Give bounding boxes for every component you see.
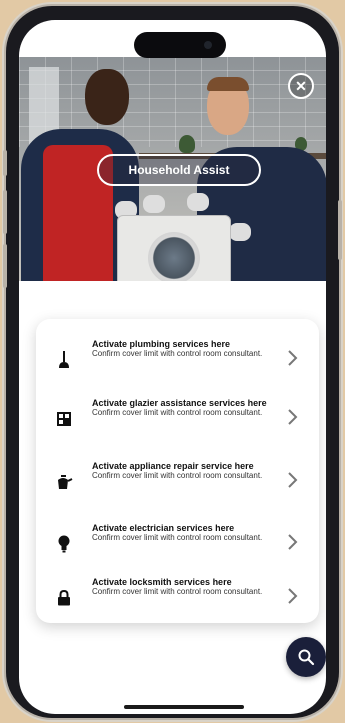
- service-subtitle: Confirm cover limit with control room co…: [92, 471, 263, 480]
- service-subtitle: Confirm cover limit with control room co…: [92, 408, 263, 417]
- dynamic-island: [134, 32, 226, 58]
- kettle-icon: [36, 459, 92, 505]
- window-icon: [36, 396, 92, 442]
- hero-title: Household Assist: [97, 154, 261, 186]
- service-row-appliance[interactable]: Activate appliance repair service here C…: [36, 457, 319, 515]
- chevron-right-icon: [288, 350, 298, 366]
- power-button: [338, 200, 342, 260]
- chevron-right-icon: [288, 409, 298, 425]
- lightbulb-icon: [36, 521, 92, 567]
- service-title: Activate glazier assistance services her…: [92, 398, 267, 408]
- service-row-glazier[interactable]: Activate glazier assistance services her…: [36, 394, 319, 452]
- chevron-right-icon: [288, 472, 298, 488]
- lock-icon: [36, 575, 92, 621]
- phone-screen: Household Assist ✕ Activate plumbing ser…: [19, 20, 326, 714]
- close-icon[interactable]: ✕: [288, 73, 314, 99]
- service-title: Activate locksmith services here: [92, 577, 232, 587]
- mute-switch: [3, 150, 7, 176]
- service-row-locksmith[interactable]: Activate locksmith services here Confirm…: [36, 573, 319, 631]
- search-button[interactable]: [286, 637, 326, 677]
- service-title: Activate appliance repair service here: [92, 461, 254, 471]
- chevron-right-icon: [288, 588, 298, 604]
- service-title: Activate electrician services here: [92, 523, 235, 533]
- volume-down-button: [3, 244, 7, 288]
- services-card: Activate plumbing services here Confirm …: [36, 319, 319, 623]
- service-subtitle: Confirm cover limit with control room co…: [92, 533, 263, 542]
- home-indicator[interactable]: [124, 705, 244, 709]
- service-subtitle: Confirm cover limit with control room co…: [92, 349, 263, 358]
- search-icon: [298, 649, 315, 666]
- service-row-electrician[interactable]: Activate electrician services here Confi…: [36, 519, 319, 577]
- service-subtitle: Confirm cover limit with control room co…: [92, 587, 263, 596]
- plunger-icon: [36, 337, 92, 383]
- service-row-plumbing[interactable]: Activate plumbing services here Confirm …: [36, 335, 319, 393]
- chevron-right-icon: [288, 534, 298, 550]
- service-title: Activate plumbing services here: [92, 339, 231, 349]
- volume-up-button: [3, 190, 7, 234]
- washing-machine: [117, 215, 231, 281]
- hero-image: Household Assist ✕: [19, 57, 326, 281]
